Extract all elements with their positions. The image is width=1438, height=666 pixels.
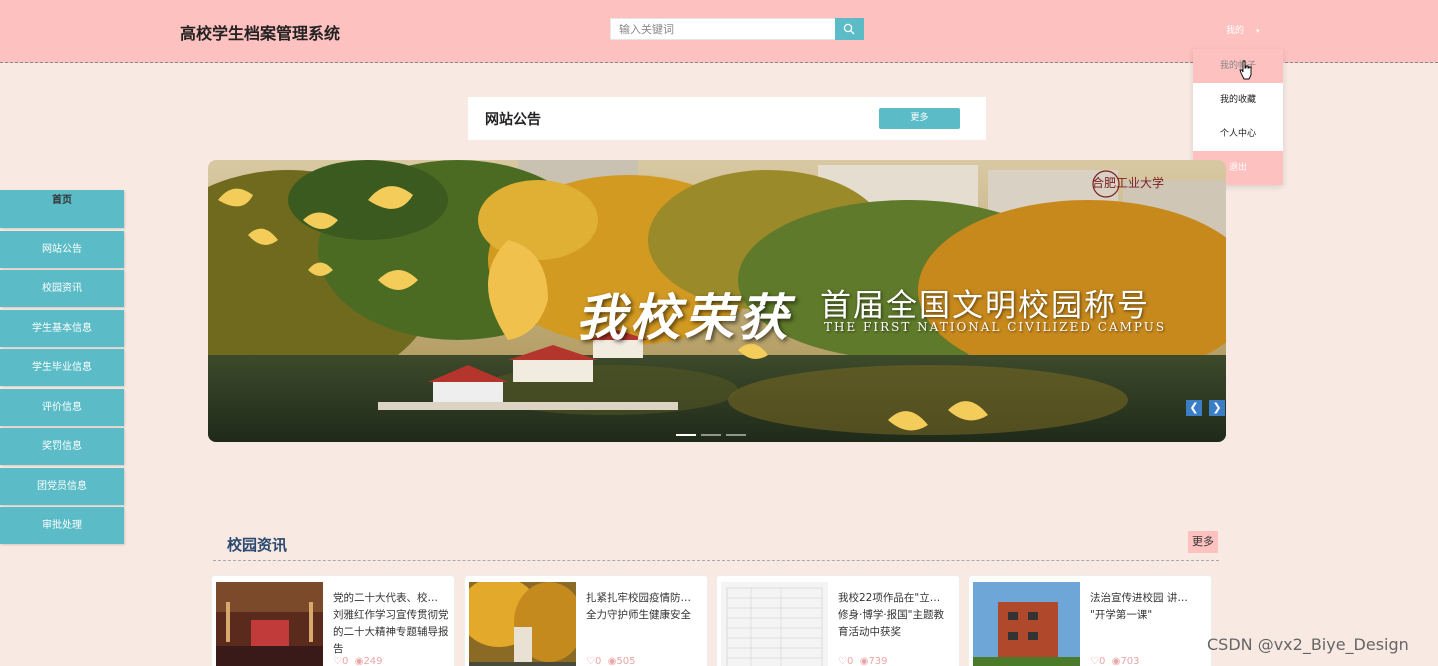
- news-item-meta: ♡0 ◉703: [1090, 656, 1140, 666]
- sidebar-nav: 首页 网站公告 校园资讯 学生基本信息 学生毕业信息 评价信息 奖罚信息 团党员…: [0, 190, 124, 547]
- sidebar-item-evaluation-info[interactable]: 评价信息: [0, 388, 124, 426]
- carousel-dot[interactable]: [676, 434, 696, 436]
- news-section-header: 校园资讯 更多: [213, 530, 1219, 561]
- carousel-dot[interactable]: [701, 434, 721, 436]
- news-thumbnail: [973, 582, 1080, 666]
- university-logo-text: 合肥工业大学: [1092, 176, 1165, 190]
- sidebar-item-home[interactable]: 首页: [0, 190, 124, 228]
- site-title[interactable]: 高校学生档案管理系统: [180, 20, 340, 44]
- notice-title: 网站公告: [485, 112, 541, 128]
- sidebar-item-notices[interactable]: 网站公告: [0, 230, 124, 268]
- news-thumbnail: [721, 582, 828, 666]
- menu-item-my-posts[interactable]: 我的帖子: [1193, 49, 1283, 83]
- like-icon: ♡: [1090, 656, 1099, 666]
- notice-more-button[interactable]: 更多: [879, 108, 960, 129]
- user-menu-toggle[interactable]: 我的 ▾: [1226, 23, 1260, 36]
- news-card[interactable]: 我校22项作品在"立… 修身·博学·报国"主题教育活动中获奖 ♡0 ◉739: [716, 575, 960, 666]
- news-thumbnail: [469, 582, 576, 666]
- news-section-title: 校园资讯: [227, 536, 288, 554]
- news-item-meta: ♡0 ◉505: [586, 656, 636, 666]
- chevron-down-icon: ▾: [1256, 27, 1260, 35]
- banner-carousel[interactable]: 合肥工业大学 我校荣获 首届全国文明校园称号 THE FIRST NATIONA…: [208, 160, 1226, 442]
- news-item-title: 扎紧扎牢校园疫情防… 全力守护师生健康安全: [586, 592, 691, 621]
- banner-title: 我校荣获: [576, 288, 792, 347]
- notice-bar: 网站公告 更多: [468, 97, 986, 140]
- banner-subtitle: 首届全国文明校园称号: [820, 288, 1150, 324]
- carousel-dot[interactable]: [726, 434, 746, 436]
- news-card[interactable]: 法治宣传进校园 讲… "开学第一课" ♡0 ◉703: [968, 575, 1212, 666]
- watermark: CSDN @vx2_Biye_Design: [1207, 635, 1409, 654]
- news-item-title: 法治宣传进校园 讲… "开学第一课": [1090, 592, 1188, 621]
- user-menu-label: 我的: [1226, 26, 1245, 36]
- carousel-prev-button[interactable]: ❮: [1186, 400, 1202, 416]
- chevron-left-icon: ❮: [1189, 401, 1199, 414]
- sidebar-item-approval[interactable]: 审批处理: [0, 507, 124, 544]
- news-thumbnail: [216, 582, 323, 666]
- carousel-indicators: [676, 421, 751, 440]
- search-button[interactable]: [835, 18, 864, 40]
- like-icon: ♡: [333, 656, 342, 666]
- sidebar-item-party-member-info[interactable]: 团党员信息: [0, 467, 124, 505]
- news-item-title: 党的二十大代表、校… 刘雅红作学习宣传贯彻党的二十大精神专题辅导报告: [333, 592, 449, 655]
- news-item-title: 我校22项作品在"立… 修身·博学·报国"主题教育活动中获奖: [838, 592, 945, 638]
- banner-subtitle-en: THE FIRST NATIONAL CIVILIZED CAMPUS: [824, 320, 1167, 334]
- news-item-meta: ♡0 ◉739: [838, 656, 888, 666]
- sidebar-item-student-basic-info[interactable]: 学生基本信息: [0, 309, 124, 347]
- sidebar-item-graduation-info[interactable]: 学生毕业信息: [0, 349, 124, 386]
- chevron-right-icon: ❯: [1212, 401, 1222, 414]
- carousel-next-button[interactable]: ❯: [1209, 400, 1225, 416]
- menu-item-my-favorites[interactable]: 我的收藏: [1193, 83, 1283, 117]
- news-item-meta: ♡0 ◉249: [333, 656, 383, 666]
- hand-cursor-icon: [1239, 60, 1252, 80]
- search-input[interactable]: [610, 18, 836, 40]
- search-icon: [843, 23, 855, 35]
- like-icon: ♡: [838, 656, 847, 666]
- news-card[interactable]: 党的二十大代表、校… 刘雅红作学习宣传贯彻党的二十大精神专题辅导报告 ♡0 ◉2…: [211, 575, 455, 666]
- sidebar-item-rewards-penalties[interactable]: 奖罚信息: [0, 428, 124, 465]
- menu-item-personal-center[interactable]: 个人中心: [1193, 117, 1283, 151]
- news-more-button[interactable]: 更多: [1188, 531, 1218, 553]
- sidebar-item-campus-news[interactable]: 校园资讯: [0, 270, 124, 307]
- news-card[interactable]: 扎紧扎牢校园疫情防… 全力守护师生健康安全 ♡0 ◉505: [464, 575, 708, 666]
- like-icon: ♡: [586, 656, 595, 666]
